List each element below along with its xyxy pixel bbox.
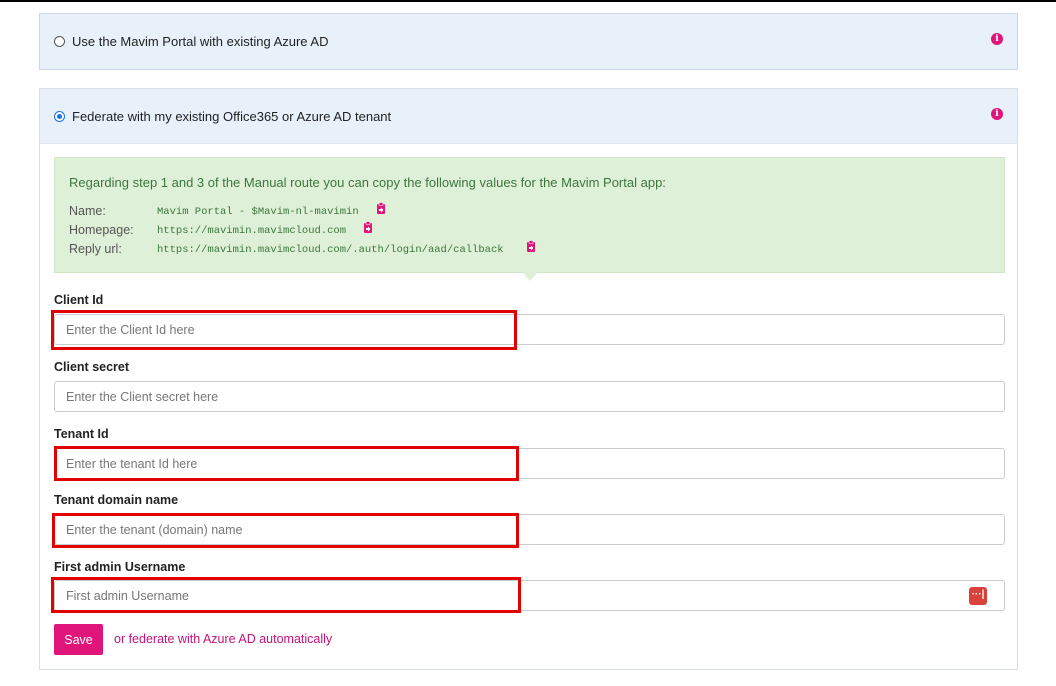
info-row-reply-url: Reply url: https://mavimin.mavimcloud.co… <box>69 240 669 260</box>
info-value: Mavim Portal - $Mavim-nl-mavimin <box>157 206 359 218</box>
copy-values-info-box: Regarding step 1 and 3 of the Manual rou… <box>54 157 1005 281</box>
option-panel-existing-azure-ad[interactable]: Use the Mavim Portal with existing Azure… <box>39 13 1018 70</box>
info-key: Homepage: <box>69 223 134 237</box>
tenant-domain-input[interactable] <box>54 514 1005 545</box>
radio-federate[interactable] <box>54 111 65 122</box>
info-icon[interactable]: i <box>991 33 1003 45</box>
client-id-label: Client Id <box>54 293 104 307</box>
client-secret-label: Client secret <box>54 360 130 374</box>
info-row-homepage: Homepage: https://mavimin.mavimcloud.com <box>69 221 569 241</box>
tenant-id-input[interactable] <box>54 448 1005 479</box>
password-manager-icon[interactable]: ···| <box>969 587 987 605</box>
option-panel-federate: Federate with my existing Office365 or A… <box>39 88 1018 670</box>
info-key: Name: <box>69 204 106 218</box>
tenant-domain-label: Tenant domain name <box>54 493 179 507</box>
federate-automatically-link[interactable]: or federate with Azure AD automatically <box>114 632 332 646</box>
info-value: https://mavimin.mavimcloud.com <box>157 225 347 237</box>
clipboard-icon[interactable] <box>363 221 373 233</box>
tenant-id-label: Tenant Id <box>54 427 109 441</box>
info-icon[interactable]: i <box>991 108 1003 120</box>
top-border <box>0 0 1056 2</box>
clipboard-icon[interactable] <box>526 240 536 252</box>
client-id-input[interactable] <box>54 314 1005 345</box>
option-label-existing-azure-ad[interactable]: Use the Mavim Portal with existing Azure… <box>72 34 329 49</box>
panel-header-federate[interactable]: Federate with my existing Office365 or A… <box>40 89 1017 144</box>
clipboard-icon[interactable] <box>376 202 386 214</box>
info-key: Reply url: <box>69 242 122 256</box>
info-intro-text: Regarding step 1 and 3 of the Manual rou… <box>69 175 666 190</box>
save-button[interactable]: Save <box>54 624 103 655</box>
first-admin-input[interactable] <box>54 580 1005 611</box>
option-label-federate[interactable]: Federate with my existing Office365 or A… <box>72 109 391 124</box>
radio-existing-azure-ad[interactable] <box>54 36 65 47</box>
info-row-name: Name: Mavim Portal - $Mavim-nl-mavimin <box>69 202 569 222</box>
client-secret-input[interactable] <box>54 381 1005 412</box>
info-value: https://mavimin.mavimcloud.com/.auth/log… <box>157 244 504 256</box>
first-admin-label: First admin Username <box>54 560 186 574</box>
